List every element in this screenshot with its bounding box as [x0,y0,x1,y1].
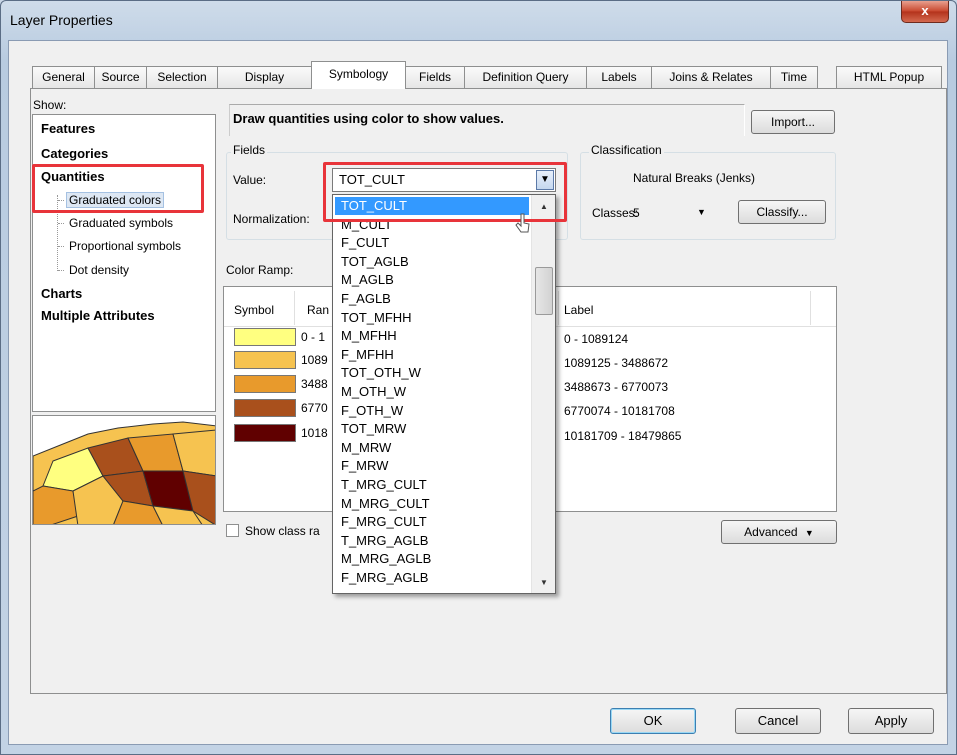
tab-labels[interactable]: Labels [586,66,652,88]
symbology-preview [32,415,216,525]
color-ramp-label: Color Ramp: [226,263,294,277]
tab-fields[interactable]: Fields [405,66,465,88]
symbol-swatch[interactable] [234,375,296,393]
close-icon: x [921,3,929,18]
chevron-down-icon: ▼ [697,207,706,217]
symbol-swatch[interactable] [234,328,296,346]
column-header-range[interactable]: Ran [307,303,329,317]
cancel-button[interactable]: Cancel [735,708,821,734]
dropdown-option[interactable]: TOT_MRW [341,422,406,436]
dropdown-option[interactable]: F_OTH_W [341,403,403,418]
renderer-description: Draw quantities using color to show valu… [229,104,745,136]
tree-features[interactable]: Features [41,121,95,136]
tree-categories[interactable]: Categories [41,146,108,161]
tab-general[interactable]: General [32,66,95,88]
chevron-down-icon: ▼ [804,528,814,538]
tree-connector [58,270,64,271]
classification-method: Natural Breaks (Jenks) [633,171,756,185]
tab-time[interactable]: Time [770,66,818,88]
value-label: Value: [233,173,267,187]
close-button[interactable]: x [901,1,949,23]
tab-definition-query[interactable]: Definition Query [464,66,587,88]
label-cell: 0 - 1089124 [564,332,629,346]
dropdown-option[interactable]: M_MRW [341,440,391,455]
column-header-symbol[interactable]: Symbol [234,303,274,317]
dropdown-option[interactable]: T_MRG_AGLB [341,533,428,548]
tab-html-popup[interactable]: HTML Popup [836,66,942,88]
classification-group-label: Classification [589,143,664,157]
dropdown-option[interactable]: F_MRG_CULT [341,515,427,529]
dropdown-option[interactable]: TOT_AGLB [341,254,409,269]
symbol-swatch[interactable] [234,399,296,417]
ok-button[interactable]: OK [610,708,696,734]
range-cell: 3488 [301,377,328,391]
tab-joins-relates[interactable]: Joins & Relates [651,66,771,88]
fields-group-label: Fields [231,143,268,157]
column-separator [294,291,295,325]
classification-group [580,152,836,240]
tree-proportional-symbols[interactable]: Proportional symbols [69,239,181,253]
tree-charts[interactable]: Charts [41,286,82,301]
label-cell: 3488673 - 6770073 [564,380,669,394]
label-cell: 6770074 - 10181708 [564,404,675,418]
dropdown-scrollbar[interactable]: ▲ ▼ [531,195,555,593]
dropdown-option[interactable]: M_MRG_CULT [341,496,430,511]
classes-value: 5 [633,206,640,220]
dropdown-option[interactable]: TOT_MFHH [341,310,412,325]
tree-graduated-symbols[interactable]: Graduated symbols [69,216,173,230]
range-cell: 6770 [301,401,328,415]
show-class-ranges-label: Show class ra [245,524,320,538]
dropdown-option[interactable]: TOT_OTH_W [341,366,421,380]
import-button[interactable]: Import... [751,110,835,134]
dropdown-option[interactable]: M_OTH_W [341,385,406,399]
tab-selection[interactable]: Selection [146,66,218,88]
tree-multiple-attributes[interactable]: Multiple Attributes [41,308,155,323]
dropdown-option[interactable]: M_MFHH [341,329,397,343]
label-cell: 1089125 - 3488672 [564,356,669,370]
label-cell: 10181709 - 18479865 [564,429,682,443]
show-class-ranges-checkbox[interactable] [226,524,239,537]
advanced-button[interactable]: Advanced ▼ [721,520,837,544]
range-cell: 0 - 1 [301,330,326,344]
mouse-cursor-icon [515,213,530,233]
window-title: Layer Properties [10,12,113,28]
title-bar: Layer Properties x [1,1,956,41]
tab-source[interactable]: Source [94,66,147,88]
column-separator [810,291,811,325]
tree-dot-density[interactable]: Dot density [69,263,129,277]
value-field-dropdown[interactable]: TOT_CULT M_CULT F_CULT TOT_AGLB M_AGLB F_AGLB… [332,194,556,594]
dropdown-option[interactable]: F_MRG_AGLB [341,571,428,585]
column-separator [558,291,559,325]
classes-select[interactable]: 5 ▼ [627,201,717,223]
show-label: Show: [33,98,67,112]
classify-button[interactable]: Classify... [738,200,826,224]
dropdown-option[interactable]: F_CULT [341,236,389,250]
dropdown-option[interactable]: M_AGLB [341,273,394,287]
dropdown-option[interactable]: F_MFHH [341,347,394,362]
dropdown-option[interactable]: T_MRG_CULT [341,478,427,492]
advanced-label: Advanced [744,525,798,539]
map-preview-image [33,416,215,524]
tab-symbology[interactable]: Symbology [311,61,406,89]
tree-connector [58,246,64,247]
range-cell: 1089 [301,353,328,367]
range-cell: 1018 [301,426,328,440]
apply-button[interactable]: Apply [848,708,934,734]
symbol-swatch[interactable] [234,424,296,442]
tab-display[interactable]: Display [217,66,312,88]
dropdown-option[interactable]: F_MRW [341,459,388,473]
callout-highlight-quantities [32,164,204,213]
normalization-label: Normalization: [233,212,310,226]
column-header-label[interactable]: Label [564,303,593,317]
scroll-down-icon[interactable]: ▼ [535,575,553,591]
tree-connector [58,223,64,224]
dropdown-option[interactable]: M_MRG_AGLB [341,552,431,566]
dropdown-option[interactable]: F_AGLB [341,292,391,306]
scroll-thumb[interactable] [535,267,553,315]
symbol-swatch[interactable] [234,351,296,369]
